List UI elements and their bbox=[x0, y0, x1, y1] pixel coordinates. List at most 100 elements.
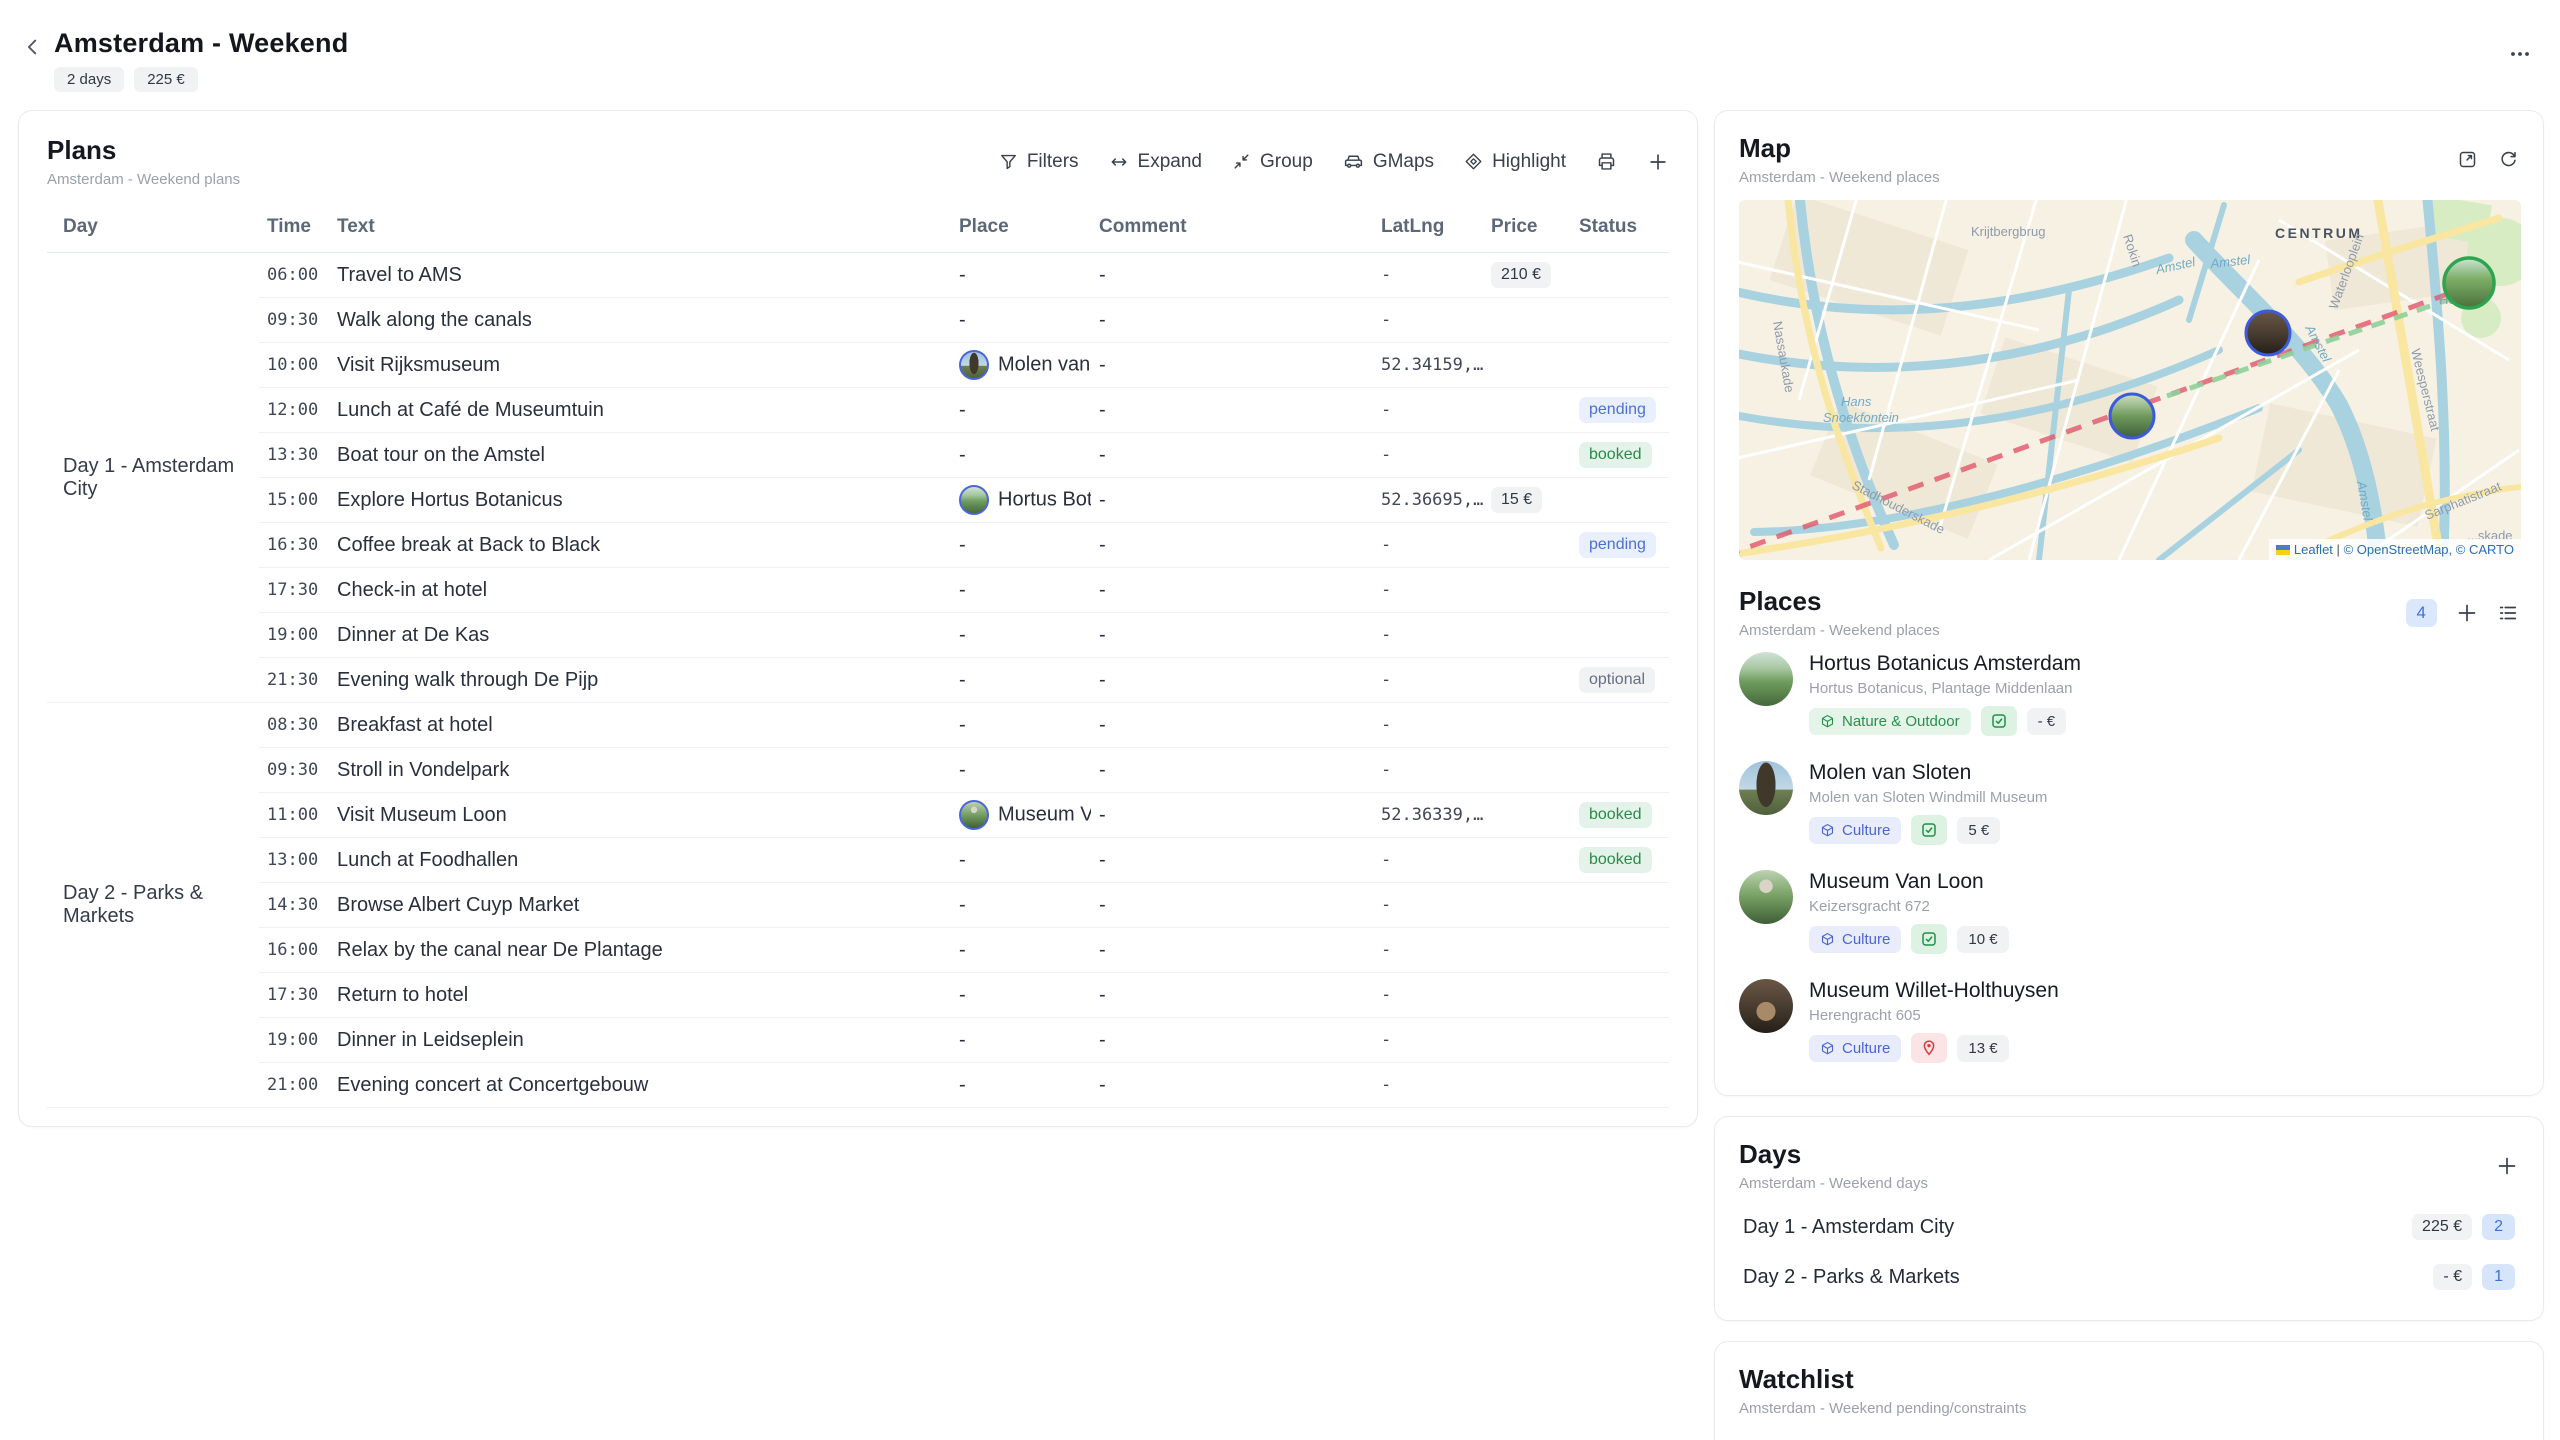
plan-place: - bbox=[951, 883, 1091, 928]
plan-row[interactable]: 17:30Return to hotel--- bbox=[47, 973, 1669, 1018]
plan-comment: - bbox=[1091, 1018, 1373, 1063]
column-header-price[interactable]: Price bbox=[1483, 208, 1571, 253]
plan-price bbox=[1483, 523, 1571, 568]
map-refresh-button[interactable] bbox=[2498, 149, 2519, 170]
plan-comment: - bbox=[1091, 793, 1373, 838]
tag-label: Culture bbox=[1842, 931, 1890, 948]
place-item[interactable]: Molen van SlotenMolen van Sloten Windmil… bbox=[1739, 748, 2519, 857]
day-group-label: Day 2 - Parks & Markets bbox=[47, 703, 259, 1108]
plan-status bbox=[1571, 883, 1669, 928]
leaflet-link[interactable]: Leaflet bbox=[2294, 542, 2333, 557]
place-price-badge: 13 € bbox=[1957, 1035, 2008, 1062]
day-list-item[interactable]: Day 2 - Parks & Markets- €1 bbox=[1739, 1252, 2519, 1302]
plan-text: Boat tour on the Amstel bbox=[329, 433, 951, 478]
plan-row[interactable]: 19:00Dinner at De Kas--- bbox=[47, 613, 1669, 658]
map-marker-hortus[interactable] bbox=[2444, 258, 2494, 308]
place-item[interactable]: Museum Willet-HolthuysenHerengracht 605C… bbox=[1739, 966, 2519, 1075]
place-pin-toggle[interactable] bbox=[1911, 1033, 1947, 1063]
add-plan-button[interactable] bbox=[1647, 151, 1669, 173]
diamond-icon bbox=[1464, 152, 1483, 171]
add-place-button[interactable] bbox=[2455, 601, 2479, 625]
plan-status: pending bbox=[1571, 523, 1669, 568]
places-list-view-button[interactable] bbox=[2497, 602, 2519, 624]
plan-row[interactable]: 09:30Stroll in Vondelpark--- bbox=[47, 748, 1669, 793]
funnel-icon bbox=[999, 152, 1018, 171]
plan-comment: - bbox=[1091, 883, 1373, 928]
print-button[interactable] bbox=[1596, 151, 1617, 172]
plan-text: Evening walk through De Pijp bbox=[329, 658, 951, 703]
plan-place: - bbox=[951, 1063, 1091, 1108]
plan-row[interactable]: 19:00Dinner in Leidseplein--- bbox=[47, 1018, 1669, 1063]
map-marker-van-loon[interactable] bbox=[2110, 394, 2154, 438]
filters-button[interactable]: Filters bbox=[999, 151, 1079, 173]
day-list-item[interactable]: Day 1 - Amsterdam City225 €2 bbox=[1739, 1202, 2519, 1252]
expand-button[interactable]: Expand bbox=[1109, 151, 1202, 173]
plan-latlng: - bbox=[1373, 658, 1483, 703]
watchlist-item[interactable]: pendingLunch at Café de Museumtuin bbox=[1739, 1431, 2519, 1440]
group-button[interactable]: Group bbox=[1232, 151, 1313, 173]
plan-latlng: - bbox=[1373, 1063, 1483, 1108]
place-visited-toggle[interactable] bbox=[1911, 815, 1947, 845]
gmaps-label: GMaps bbox=[1373, 151, 1434, 173]
right-panel: Map Amsterdam - Weekend places bbox=[1714, 110, 2544, 1440]
place-info: Hortus Botanicus AmsterdamHortus Botanic… bbox=[1809, 652, 2081, 736]
add-day-button[interactable] bbox=[2495, 1154, 2519, 1178]
plan-comment: - bbox=[1091, 523, 1373, 568]
plan-status bbox=[1571, 703, 1669, 748]
plan-text: Lunch at Café de Museumtuin bbox=[329, 388, 951, 433]
plan-row[interactable]: 13:00Lunch at Foodhallen---booked bbox=[47, 838, 1669, 883]
day-label: Day 1 - Amsterdam City bbox=[1743, 1216, 1954, 1239]
plan-price bbox=[1483, 703, 1571, 748]
place-name: Museum Willet-Holthuysen bbox=[1809, 979, 2059, 1003]
column-header-comment[interactable]: Comment bbox=[1091, 208, 1373, 253]
place-photo bbox=[1739, 870, 1793, 924]
highlight-button[interactable]: Highlight bbox=[1464, 151, 1566, 173]
plan-status bbox=[1571, 1018, 1669, 1063]
map-canvas[interactable]: Krijtbergbrug Rokin Amstel Amstel CENTRU… bbox=[1739, 200, 2521, 560]
plan-row[interactable]: 14:30Browse Albert Cuyp Market--- bbox=[47, 883, 1669, 928]
plan-row[interactable]: 12:00Lunch at Café de Museumtuin---pendi… bbox=[47, 388, 1669, 433]
place-visited-toggle[interactable] bbox=[1911, 924, 1947, 954]
place-item[interactable]: Hortus Botanicus AmsterdamHortus Botanic… bbox=[1739, 639, 2519, 748]
watchlist-title: Watchlist bbox=[1739, 1364, 2026, 1395]
place-item[interactable]: Museum Van LoonKeizersgracht 672Culture1… bbox=[1739, 857, 2519, 966]
plan-row[interactable]: 21:00Evening concert at Concertgebouw--- bbox=[47, 1063, 1669, 1108]
days-subtitle: Amsterdam - Weekend days bbox=[1739, 1175, 1928, 1192]
place-visited-toggle[interactable] bbox=[1981, 706, 2017, 736]
plan-latlng: 52.36339,… bbox=[1373, 793, 1483, 838]
gmaps-button[interactable]: GMaps bbox=[1343, 151, 1434, 173]
back-button[interactable] bbox=[22, 36, 44, 61]
plan-row[interactable]: 13:30Boat tour on the Amstel---booked bbox=[47, 433, 1669, 478]
plan-comment: - bbox=[1091, 748, 1373, 793]
plan-latlng: - bbox=[1373, 1018, 1483, 1063]
column-header-place[interactable]: Place bbox=[951, 208, 1091, 253]
plan-latlng: - bbox=[1373, 253, 1483, 298]
osm-link[interactable]: © OpenStreetMap, bbox=[2344, 542, 2453, 557]
plan-row[interactable]: 10:00Visit RijksmuseumMolen van …-52.341… bbox=[47, 343, 1669, 388]
column-header-time[interactable]: Time bbox=[259, 208, 329, 253]
place-tags: Culture13 € bbox=[1809, 1033, 2059, 1063]
plan-row[interactable]: 17:30Check-in at hotel--- bbox=[47, 568, 1669, 613]
column-header-status[interactable]: Status bbox=[1571, 208, 1669, 253]
plan-text: Travel to AMS bbox=[329, 253, 951, 298]
plan-row[interactable]: Day 1 - Amsterdam City06:00Travel to AMS… bbox=[47, 253, 1669, 298]
carto-link[interactable]: © CARTO bbox=[2456, 542, 2514, 557]
map-marker-willet[interactable] bbox=[2246, 311, 2290, 355]
plan-time: 17:30 bbox=[259, 568, 329, 613]
plan-row[interactable]: Day 2 - Parks & Markets08:30Breakfast at… bbox=[47, 703, 1669, 748]
column-header-day[interactable]: Day bbox=[47, 208, 259, 253]
plan-row[interactable]: 11:00Visit Museum LoonMuseum Va…-52.3633… bbox=[47, 793, 1669, 838]
plan-row[interactable]: 16:00Relax by the canal near De Plantage… bbox=[47, 928, 1669, 973]
plan-row[interactable]: 21:30Evening walk through De Pijp---opti… bbox=[47, 658, 1669, 703]
plan-place: - bbox=[951, 928, 1091, 973]
overflow-menu-button[interactable] bbox=[2508, 42, 2532, 69]
plan-text: Evening concert at Concertgebouw bbox=[329, 1063, 951, 1108]
map-fullscreen-button[interactable] bbox=[2457, 149, 2478, 170]
plan-row[interactable]: 15:00Explore Hortus BotanicusHortus Bota… bbox=[47, 478, 1669, 523]
plan-row[interactable]: 16:30Coffee break at Back to Black---pen… bbox=[47, 523, 1669, 568]
plan-row[interactable]: 09:30Walk along the canals--- bbox=[47, 298, 1669, 343]
plan-place: - bbox=[951, 568, 1091, 613]
column-header-text[interactable]: Text bbox=[329, 208, 951, 253]
column-header-latlng[interactable]: LatLng bbox=[1373, 208, 1483, 253]
plan-latlng: 52.34159,… bbox=[1373, 343, 1483, 388]
